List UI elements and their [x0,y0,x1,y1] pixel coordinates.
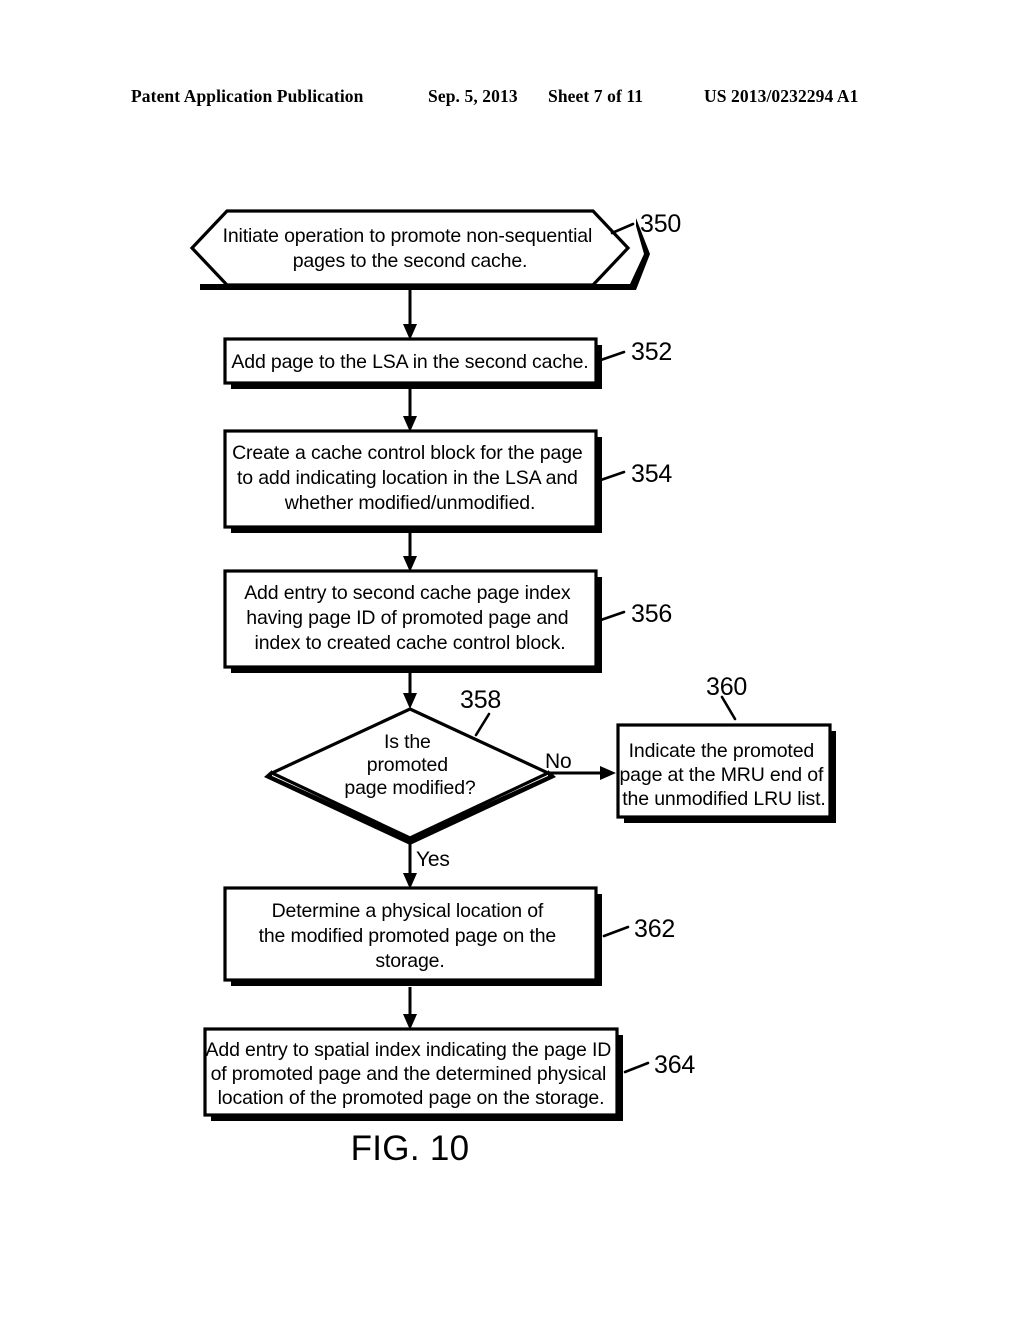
flow-ref-356: 356 [631,600,672,628]
flow-node-352-line-0: Add page to the LSA in the second cache. [231,351,588,373]
flow-node-358-line-0: Is the [384,731,431,753]
flow-node-356: Add entry to second cache page index hav… [223,569,672,673]
flow-node-354: Create a cache control block for the pag… [223,429,673,533]
flow-node-350: Initiate operation to promote non-sequen… [189,209,681,290]
flow-node-360-line-2: the unmodified LRU list. [622,788,825,810]
figure-caption: FIG. 10 [351,1129,470,1168]
flow-node-358-line-2: page modified? [344,777,476,799]
flow-ref-364: 364 [654,1051,695,1079]
flow-node-364: Add entry to spatial index indicating th… [203,1027,696,1121]
flow-node-358: Is the promoted page modified? 358 [264,686,556,845]
flow-node-354-line-1: to add indicating location in the LSA an… [237,467,578,489]
flow-ref-362: 362 [634,915,675,943]
flow-node-362-line-0: Determine a physical location of [272,900,544,922]
flow-arrow-362-364 [403,987,417,1030]
flow-node-356-line-0: Add entry to second cache page index [244,582,571,604]
flow-ref-360: 360 [706,673,747,701]
flow-node-356-text: Add entry to second cache page index hav… [244,582,576,654]
flow-node-360-line-0: Indicate the promoted [629,740,814,762]
flow-node-360: Indicate the promoted page at the MRU en… [616,673,836,823]
flow-node-362-line-1: the modified promoted page on the [259,925,557,947]
flow-node-354-line-2: whether modified/unmodified. [284,492,536,514]
flow-node-360-text: Indicate the promoted page at the MRU en… [619,740,828,810]
flow-node-350-line-1: pages to the second cache. [293,250,528,272]
flow-ref-350: 350 [640,210,681,238]
flow-ref-358: 358 [460,686,501,714]
flow-node-354-text: Create a cache control block for the pag… [232,442,588,514]
flow-node-364-line-0: Add entry to spatial index indicating th… [206,1039,612,1061]
flow-node-362-line-2: storage. [375,950,444,972]
flow-node-362: Determine a physical location of the mod… [223,886,675,986]
flow-arrow-354-356 [403,528,417,572]
flow-arrow-358-362-yes: Yes [403,838,450,889]
branch-label-yes: Yes [416,848,450,871]
flow-arrow-356-358 [403,668,417,709]
flow-arrow-350-352 [403,286,417,340]
flow-node-354-line-0: Create a cache control block for the pag… [232,442,582,464]
branch-label-no: No [545,750,571,773]
flow-node-364-line-2: location of the promoted page on the sto… [218,1087,605,1109]
flow-node-358-line-1: promoted [367,754,448,776]
flow-node-364-text: Add entry to spatial index indicating th… [206,1039,617,1109]
figure-10-flowchart: Initiate operation to promote non-sequen… [0,0,1024,1320]
flow-node-356-line-2: index to created cache control block. [255,632,566,654]
flow-node-364-line-1: of promoted page and the determined phys… [211,1063,607,1085]
flow-node-360-line-1: page at the MRU end of [619,764,823,786]
flow-arrow-358-360-no: No [545,750,616,780]
flow-node-352-text: Add page to the LSA in the second cache. [231,351,588,373]
flow-node-356-line-1: having page ID of promoted page and [246,607,568,629]
flow-node-350-line-0: Initiate operation to promote non-sequen… [223,225,593,247]
flow-arrow-352-354 [403,384,417,432]
flow-ref-352: 352 [631,338,672,366]
flow-ref-354: 354 [631,460,672,488]
flow-node-352: Add page to the LSA in the second cache.… [223,337,672,389]
